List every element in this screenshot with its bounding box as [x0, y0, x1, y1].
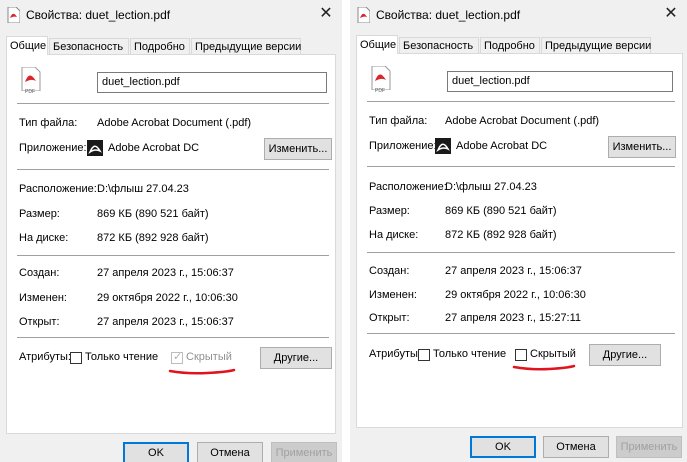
file-type-value: Adobe Acrobat Document (.pdf) — [97, 117, 252, 129]
location-label: Расположение: — [19, 183, 97, 195]
general-panel: PDF duet_lection.pdf Тип файла: Adobe Ac… — [356, 53, 683, 428]
attributes-label: Атрибуты: — [369, 348, 421, 360]
separator — [17, 337, 329, 338]
readonly-checkbox[interactable] — [70, 352, 82, 364]
opened-label: Открыт: — [369, 312, 410, 324]
annotation-underline — [168, 368, 236, 375]
annotation-underline — [512, 364, 576, 371]
cancel-button[interactable]: Отмена — [197, 442, 263, 462]
hidden-checkbox[interactable] — [515, 349, 527, 361]
readonly-label[interactable]: Только чтение — [85, 351, 158, 363]
apply-button[interactable]: Применить — [616, 436, 682, 458]
other-attributes-button[interactable]: Другие... — [589, 344, 661, 366]
window-title: Свойства: duet_lection.pdf — [26, 8, 171, 22]
created-label: Создан: — [19, 267, 60, 279]
tab-security[interactable]: Безопасность — [49, 38, 129, 54]
app-label: Приложение: — [369, 140, 437, 152]
tab-details[interactable]: Подробно — [130, 38, 190, 54]
readonly-label[interactable]: Только чтение — [433, 348, 506, 360]
size-label: Размер: — [19, 208, 60, 220]
ok-button[interactable]: OK — [470, 436, 536, 458]
location-value: D:\флыш 27.04.23 — [445, 181, 537, 193]
window-title: Свойства: duet_lection.pdf — [376, 8, 521, 22]
general-panel: PDF duet_lection.pdf Тип файла: Adobe Ac… — [6, 54, 336, 434]
size-value: 869 КБ (890 521 байт) — [445, 205, 557, 217]
modified-value: 29 октября 2022 г., 10:06:30 — [445, 289, 586, 301]
app-value: Adobe Acrobat DC — [108, 142, 200, 154]
pdf-file-icon — [357, 7, 370, 23]
app-value: Adobe Acrobat DC — [456, 140, 548, 152]
created-value: 27 апреля 2023 г., 15:06:37 — [445, 265, 582, 277]
properties-dialog-right: Свойства: duet_lection.pdf ✕ Общие Безоп… — [350, 0, 687, 462]
separator — [367, 333, 675, 334]
apply-button[interactable]: Применить — [271, 442, 337, 462]
readonly-checkbox[interactable] — [418, 349, 430, 361]
change-app-button[interactable]: Изменить... — [264, 138, 332, 160]
separator — [17, 255, 329, 256]
opened-value: 27 апреля 2023 г., 15:27:11 — [445, 312, 582, 324]
separator — [367, 101, 675, 102]
screenshot-divider — [342, 0, 350, 462]
title-bar: Свойства: duet_lection.pdf ✕ — [0, 0, 342, 30]
file-type-label: Тип файла: — [19, 117, 78, 129]
modified-label: Изменен: — [19, 292, 67, 304]
created-value: 27 апреля 2023 г., 15:06:37 — [97, 267, 234, 279]
properties-dialog-left: Свойства: duet_lection.pdf ✕ Общие Безоп… — [0, 0, 342, 462]
hidden-checkbox[interactable]: ✓ — [171, 351, 183, 364]
hidden-label[interactable]: Скрытый — [186, 351, 232, 363]
cancel-button[interactable]: Отмена — [543, 436, 609, 458]
acrobat-icon — [435, 138, 451, 154]
tab-previous-versions[interactable]: Предыдущие версии — [191, 38, 301, 54]
app-label: Приложение: — [19, 142, 87, 154]
file-type-value: Adobe Acrobat Document (.pdf) — [445, 115, 600, 127]
created-label: Создан: — [369, 265, 410, 277]
tab-general[interactable]: Общие — [356, 35, 398, 54]
file-type-label: Тип файла: — [369, 115, 428, 127]
tab-details[interactable]: Подробно — [480, 37, 540, 53]
disk-size-label: На диске: — [369, 229, 419, 241]
acrobat-icon — [87, 140, 103, 156]
separator — [17, 103, 329, 104]
location-value: D:\флыш 27.04.23 — [97, 183, 189, 195]
modified-value: 29 октября 2022 г., 10:06:30 — [97, 292, 238, 304]
tab-security[interactable]: Безопасность — [399, 37, 479, 53]
close-icon[interactable]: ✕ — [661, 4, 681, 24]
modified-label: Изменен: — [369, 289, 417, 301]
pdf-file-icon — [371, 66, 391, 90]
pdf-file-icon — [7, 7, 20, 23]
size-value: 869 КБ (890 521 байт) — [97, 208, 209, 220]
hidden-label[interactable]: Скрытый — [530, 348, 576, 360]
ok-button[interactable]: OK — [123, 442, 189, 462]
disk-size-label: На диске: — [19, 232, 69, 244]
filename-field[interactable]: duet_lection.pdf — [447, 71, 673, 92]
tab-previous-versions[interactable]: Предыдущие версии — [541, 37, 651, 53]
filename-field[interactable]: duet_lection.pdf — [97, 72, 327, 93]
location-label: Расположение: — [369, 181, 447, 193]
pdf-icon-label: PDF — [375, 88, 385, 94]
separator — [17, 169, 329, 170]
close-icon[interactable]: ✕ — [316, 4, 336, 24]
attributes-label: Атрибуты: — [19, 351, 71, 363]
separator — [367, 166, 675, 167]
size-label: Размер: — [369, 205, 410, 217]
title-bar: Свойства: duet_lection.pdf ✕ — [350, 0, 687, 30]
tab-general[interactable]: Общие — [6, 36, 48, 55]
change-app-button[interactable]: Изменить... — [608, 136, 676, 158]
disk-size-value: 872 КБ (892 928 байт) — [97, 232, 209, 244]
pdf-icon-label: PDF — [25, 89, 35, 95]
separator — [367, 252, 675, 253]
opened-value: 27 апреля 2023 г., 15:06:37 — [97, 316, 234, 328]
opened-label: Открыт: — [19, 316, 60, 328]
pdf-file-icon — [21, 67, 41, 91]
check-icon: ✓ — [173, 351, 183, 363]
other-attributes-button[interactable]: Другие... — [260, 347, 332, 369]
disk-size-value: 872 КБ (892 928 байт) — [445, 229, 557, 241]
